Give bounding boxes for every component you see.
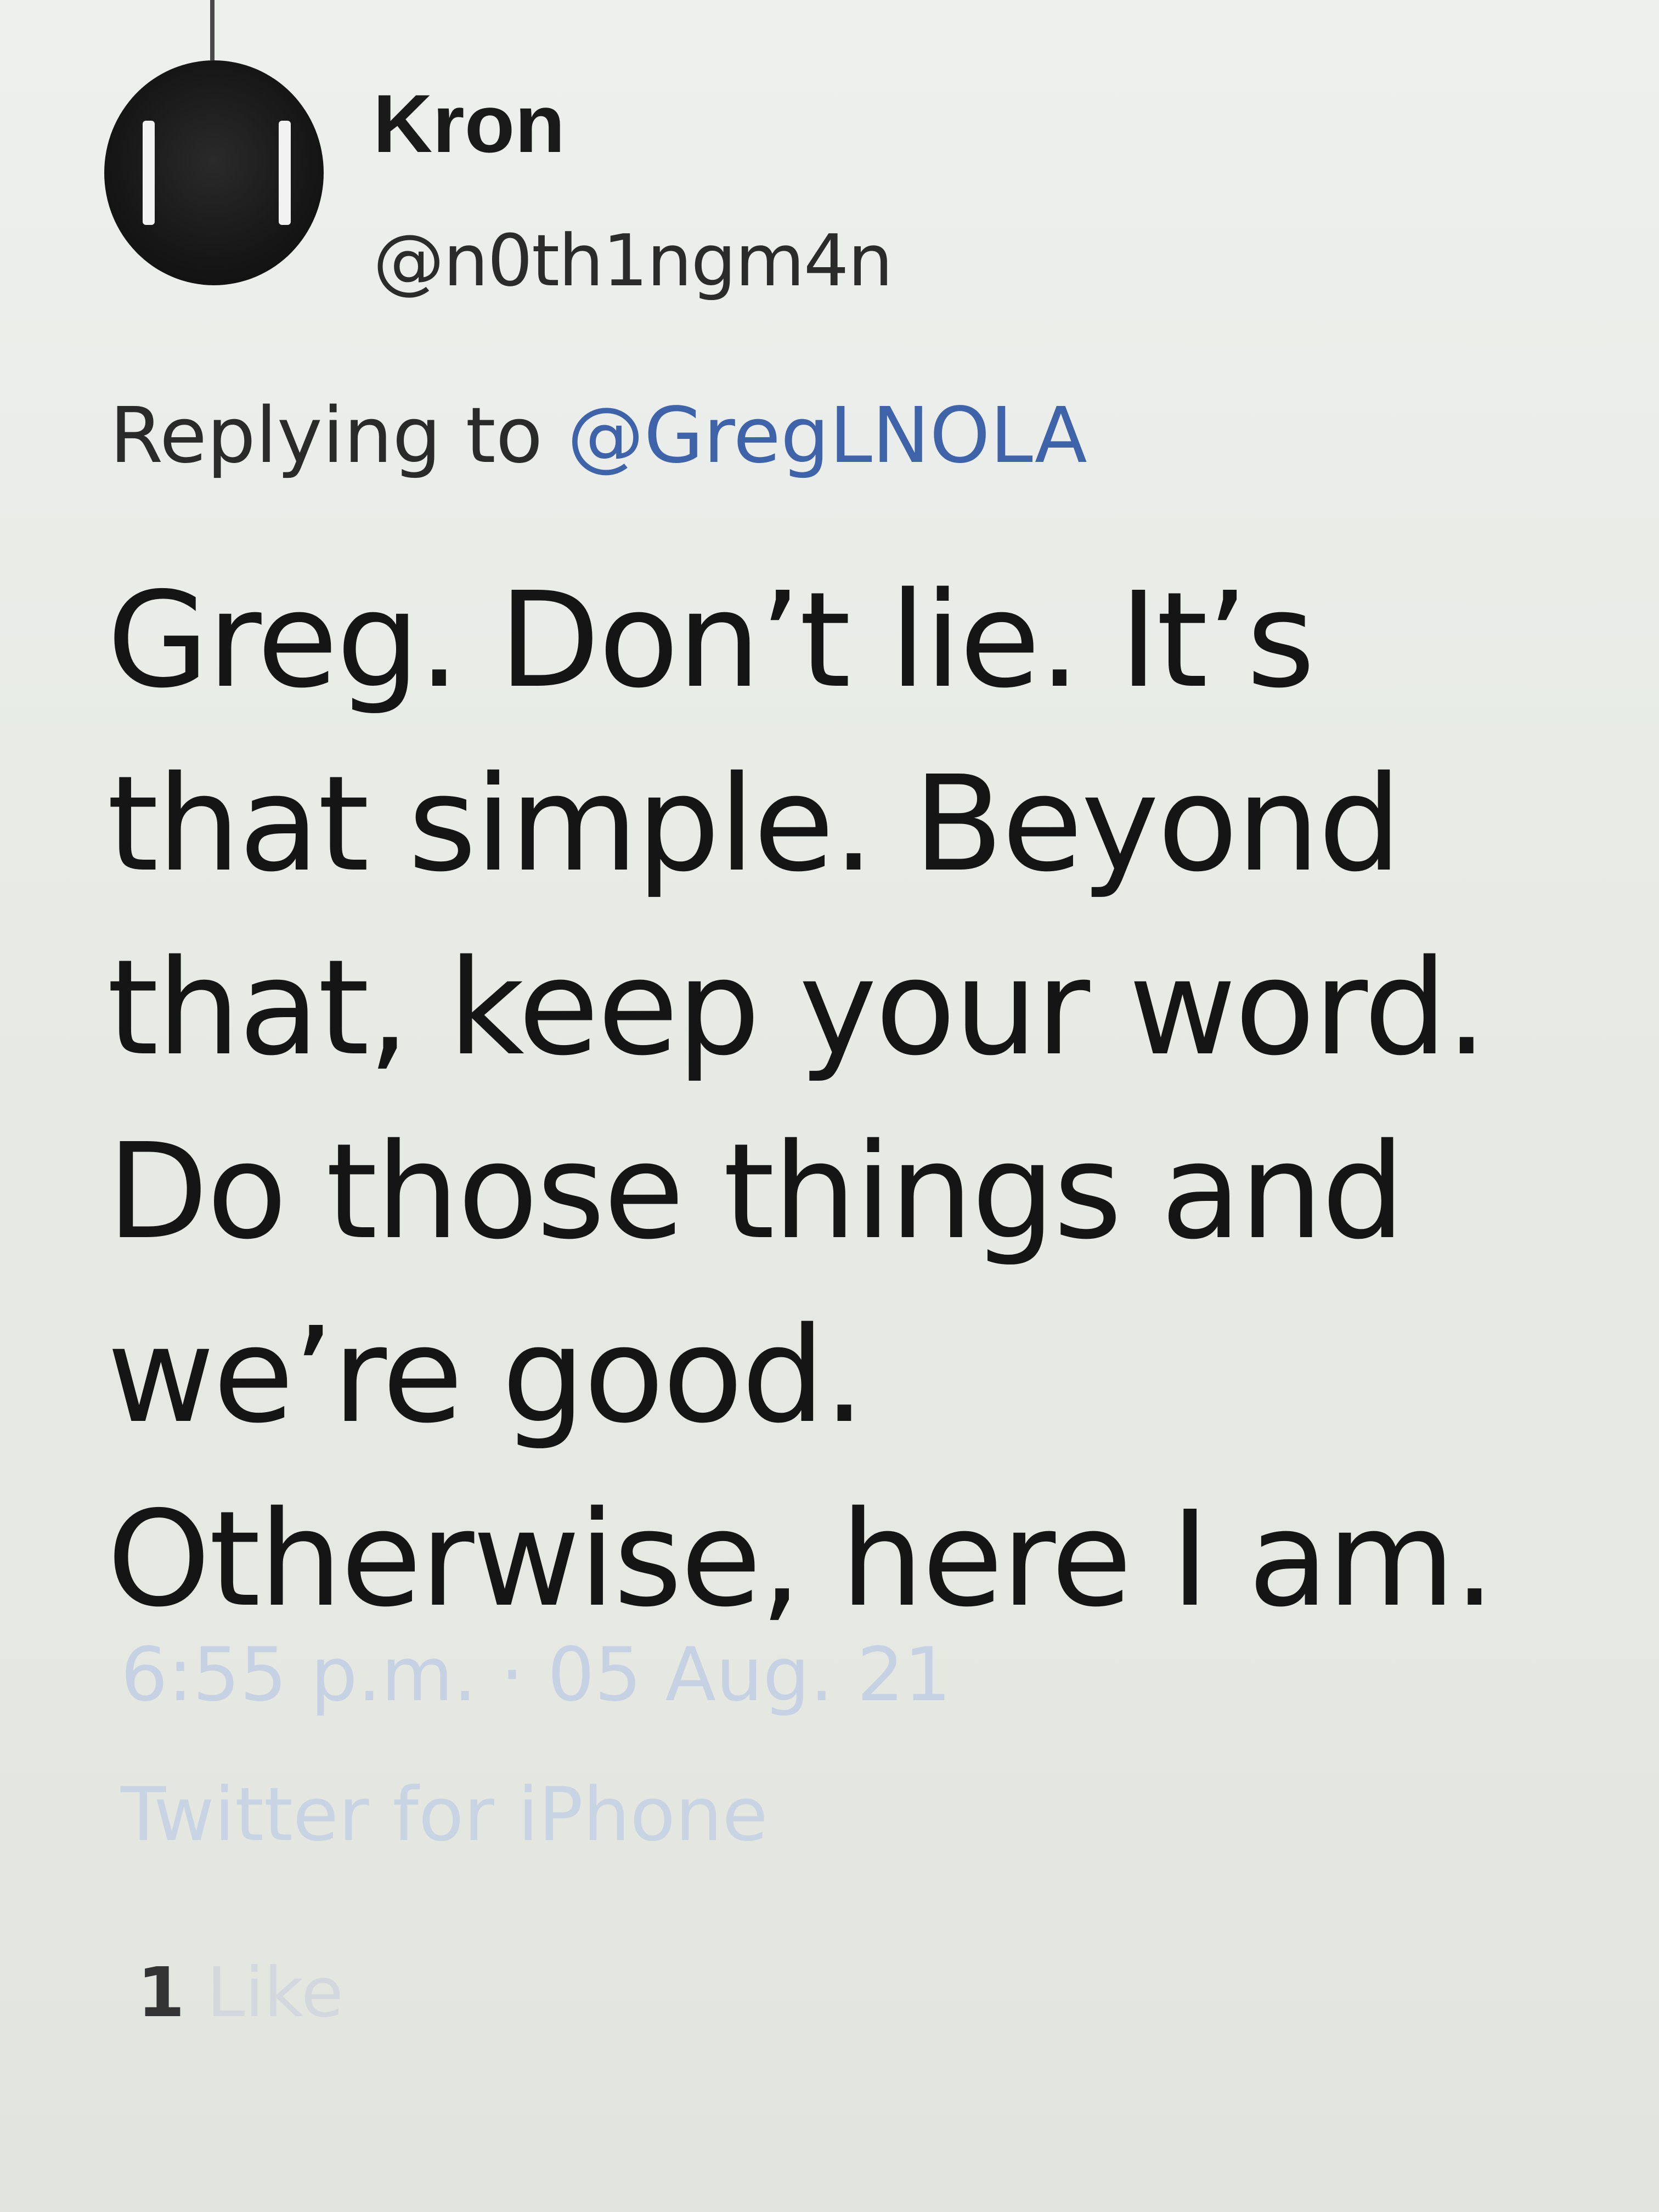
user-handle[interactable]: @n0th1ngm4n bbox=[373, 225, 893, 296]
tweet-date: 05 Aug. 21 bbox=[547, 1632, 951, 1718]
display-name[interactable]: Kron bbox=[373, 82, 565, 165]
thread-connector-line bbox=[210, 0, 215, 60]
replying-to-mention[interactable]: @GregLNOLA bbox=[567, 391, 1087, 481]
avatar-detail-right bbox=[279, 121, 291, 225]
likes-count: 1 bbox=[137, 1953, 185, 2033]
tweet-time: 6:55 p.m. bbox=[121, 1632, 477, 1718]
tweet: Kron @n0th1ngm4n Replying to @GregLNOLA … bbox=[0, 0, 1659, 2212]
tweet-timestamp[interactable]: 6:55 p.m. · 05 Aug. 21 bbox=[121, 1638, 951, 1712]
tweet-source[interactable]: Twitter for iPhone bbox=[121, 1778, 768, 1852]
replying-to-prefix: Replying to bbox=[110, 391, 543, 481]
likes-label: Like bbox=[206, 1953, 343, 2033]
likes-summary[interactable]: 1 Like bbox=[137, 1959, 343, 2027]
timestamp-separator: · bbox=[500, 1632, 524, 1718]
tweet-text: Greg. Don’t lie. It’s that simple. Beyon… bbox=[107, 563, 1496, 1636]
avatar-detail-left bbox=[143, 121, 155, 225]
avatar[interactable] bbox=[104, 60, 324, 285]
replying-to: Replying to @GregLNOLA bbox=[110, 398, 1087, 475]
